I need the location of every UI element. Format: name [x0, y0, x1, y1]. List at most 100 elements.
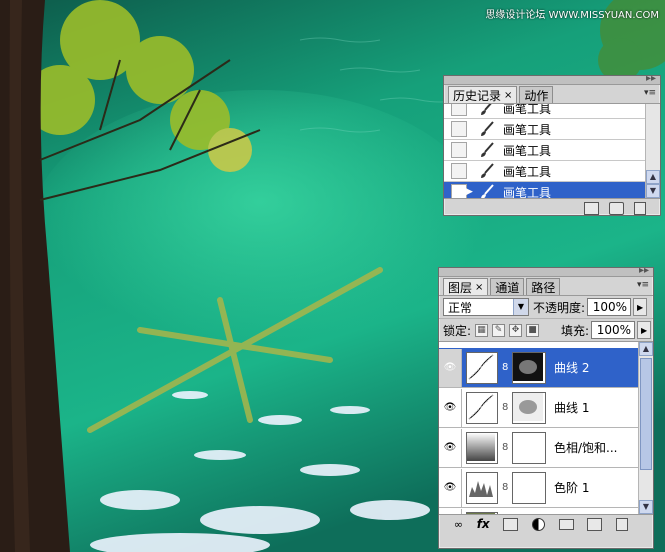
panel-menu-icon[interactable]: ▾≡: [644, 88, 656, 98]
trash-icon[interactable]: [634, 201, 646, 215]
blend-mode-select[interactable]: 正常 ▼: [443, 298, 529, 316]
history-row[interactable]: 画笔工具: [444, 140, 646, 161]
new-layer-icon[interactable]: [587, 517, 603, 531]
scroll-down-icon[interactable]: ▼: [646, 184, 660, 198]
layer-thumbnail: [466, 471, 498, 504]
layer-mask-thumb: [513, 392, 543, 421]
lock-fill-row: 锁定: ▦ ✎ ✥ ■ 填充: 100% ▶: [439, 318, 653, 341]
collapse-icon[interactable]: ▸▸: [639, 265, 649, 276]
scroll-down-icon[interactable]: ▼: [639, 500, 653, 514]
add-mask-icon[interactable]: [503, 517, 519, 531]
watermark: 思缘设计论坛 WWW.MISSYUAN.COM: [485, 10, 659, 21]
history-row[interactable]: 画笔工具: [444, 119, 646, 140]
chain-link-icon[interactable]: 8: [502, 442, 510, 453]
tab-channels[interactable]: 通道: [490, 278, 525, 295]
visibility-eye-icon[interactable]: 👁: [439, 508, 462, 514]
chain-link-icon[interactable]: 8: [502, 362, 510, 373]
snapshot-checkbox[interactable]: [451, 142, 467, 158]
tab-actions[interactable]: 动作: [519, 86, 554, 103]
tab-label: 通道: [495, 280, 520, 295]
lock-all-icon[interactable]: ■: [526, 323, 540, 337]
scrollbar[interactable]: ▲ ▼: [645, 104, 660, 198]
link-layers-icon[interactable]: ∞: [454, 518, 463, 531]
history-row[interactable]: 画笔工具: [444, 104, 646, 119]
layer-name[interactable]: 色阶 1: [554, 479, 589, 496]
layer-thumbnail: [466, 431, 498, 464]
lock-transparency-icon[interactable]: ▦: [475, 323, 489, 337]
trash-icon[interactable]: [616, 517, 629, 531]
layer-name[interactable]: 曲线 1: [554, 399, 589, 416]
levels-thumb-icon: [467, 472, 495, 501]
lock-position-icon[interactable]: ✥: [509, 323, 523, 337]
visibility-eye-icon[interactable]: 👁: [439, 348, 462, 387]
fill-label: 填充:: [561, 323, 590, 338]
history-row[interactable]: ▶ 画笔工具: [444, 182, 646, 198]
history-list: 画笔工具 画笔工具 画笔工具 画笔工具 ▶ 画笔工具 ▲ ▼: [444, 104, 660, 198]
opacity-label: 不透明度:: [533, 300, 586, 315]
fx-icon[interactable]: fx: [477, 517, 490, 531]
layer-mask[interactable]: [512, 391, 546, 424]
history-row-label: 画笔工具: [503, 104, 552, 116]
panel-grip[interactable]: ▸▸: [439, 265, 653, 277]
layer-row[interactable]: 👁 8 色相/饱和...: [439, 428, 639, 468]
layers-tabs: 图层 × 通道 路径 ▾≡: [439, 277, 653, 296]
layer-mask-thumb: [513, 472, 543, 501]
layer-row[interactable]: 👁 8 色阶 1: [439, 468, 639, 508]
brush-icon: [481, 184, 494, 198]
curves-thumb-icon: [467, 392, 495, 421]
history-row[interactable]: 画笔工具: [444, 161, 646, 182]
visibility-eye-icon[interactable]: 👁: [439, 428, 462, 467]
tab-history[interactable]: 历史记录 ×: [448, 86, 518, 103]
brush-icon: [481, 142, 494, 157]
opacity-input[interactable]: 100%: [587, 298, 632, 316]
chain-link-icon[interactable]: 8: [502, 482, 510, 493]
new-document-icon[interactable]: [584, 201, 599, 215]
scroll-up-icon[interactable]: ▲: [646, 170, 660, 184]
fill-input[interactable]: 100%: [591, 321, 636, 339]
snapshot-checkbox[interactable]: [451, 163, 467, 179]
snapshot-checkbox[interactable]: [451, 121, 467, 137]
close-icon[interactable]: ×: [475, 282, 483, 293]
photo-thumb-icon: [467, 512, 495, 514]
tab-label: 图层: [448, 280, 473, 295]
fill-slider-button[interactable]: ▶: [637, 321, 652, 339]
snapshot-checkbox[interactable]: [451, 104, 467, 116]
scrollbar[interactable]: ▲ ▼: [638, 342, 653, 514]
visibility-eye-icon[interactable]: 👁: [439, 388, 462, 427]
layer-thumbnail: [466, 391, 498, 424]
new-group-icon[interactable]: [558, 518, 574, 530]
snapshot-checkbox[interactable]: [451, 184, 467, 198]
new-snapshot-icon[interactable]: [609, 201, 624, 215]
layer-row[interactable]: 👁图层 1: [439, 508, 639, 514]
adjustment-layer-icon[interactable]: [532, 517, 546, 531]
panel-menu-icon[interactable]: ▾≡: [637, 280, 649, 290]
blend-opacity-row: 正常 ▼ 不透明度: 100% ▶: [439, 296, 653, 318]
scroll-thumb[interactable]: [640, 358, 652, 470]
visibility-eye-icon[interactable]: 👁: [439, 468, 462, 507]
layer-mask[interactable]: [512, 471, 546, 504]
history-state-marker-icon: ▶: [466, 187, 473, 197]
layer-mask[interactable]: [512, 431, 546, 464]
layer-row[interactable]: 👁 8 曲线 1: [439, 388, 639, 428]
history-tabs: 历史记录 × 动作 ▾≡: [444, 85, 660, 104]
history-panel: ▸▸ 历史记录 × 动作 ▾≡ 画笔工具 画笔工具 画笔工具 画笔工具 ▶ 画笔工具 ▲ …: [443, 73, 661, 216]
layers-list: 👁 8 曲线 2 👁 8 曲线 1 👁 8 色相/饱和... 👁 8 色阶 1 👁图层 1 ▲ ▼: [439, 341, 653, 514]
panel-grip[interactable]: ▸▸: [444, 73, 660, 85]
lock-image-icon[interactable]: ✎: [492, 323, 506, 337]
chain-link-icon[interactable]: 8: [502, 402, 510, 413]
tab-paths[interactable]: 路径: [526, 278, 561, 295]
layer-name[interactable]: 色相/饱和...: [554, 439, 618, 456]
tab-layers[interactable]: 图层 ×: [443, 278, 489, 295]
layer-name[interactable]: 曲线 2: [554, 359, 589, 376]
scroll-up-icon[interactable]: ▲: [639, 342, 653, 356]
layer-row[interactable]: 👁 8 曲线 2: [439, 348, 639, 388]
history-row-label: 画笔工具: [503, 185, 552, 199]
close-icon[interactable]: ×: [504, 90, 512, 101]
opacity-slider-button[interactable]: ▶: [633, 298, 648, 316]
collapse-icon[interactable]: ▸▸: [646, 73, 656, 84]
layer-mask[interactable]: [512, 351, 546, 384]
layer-mask-thumb: [513, 352, 543, 381]
brush-icon: [481, 121, 494, 136]
blend-mode-value: 正常: [448, 300, 473, 315]
layer-thumbnail: [466, 511, 498, 514]
